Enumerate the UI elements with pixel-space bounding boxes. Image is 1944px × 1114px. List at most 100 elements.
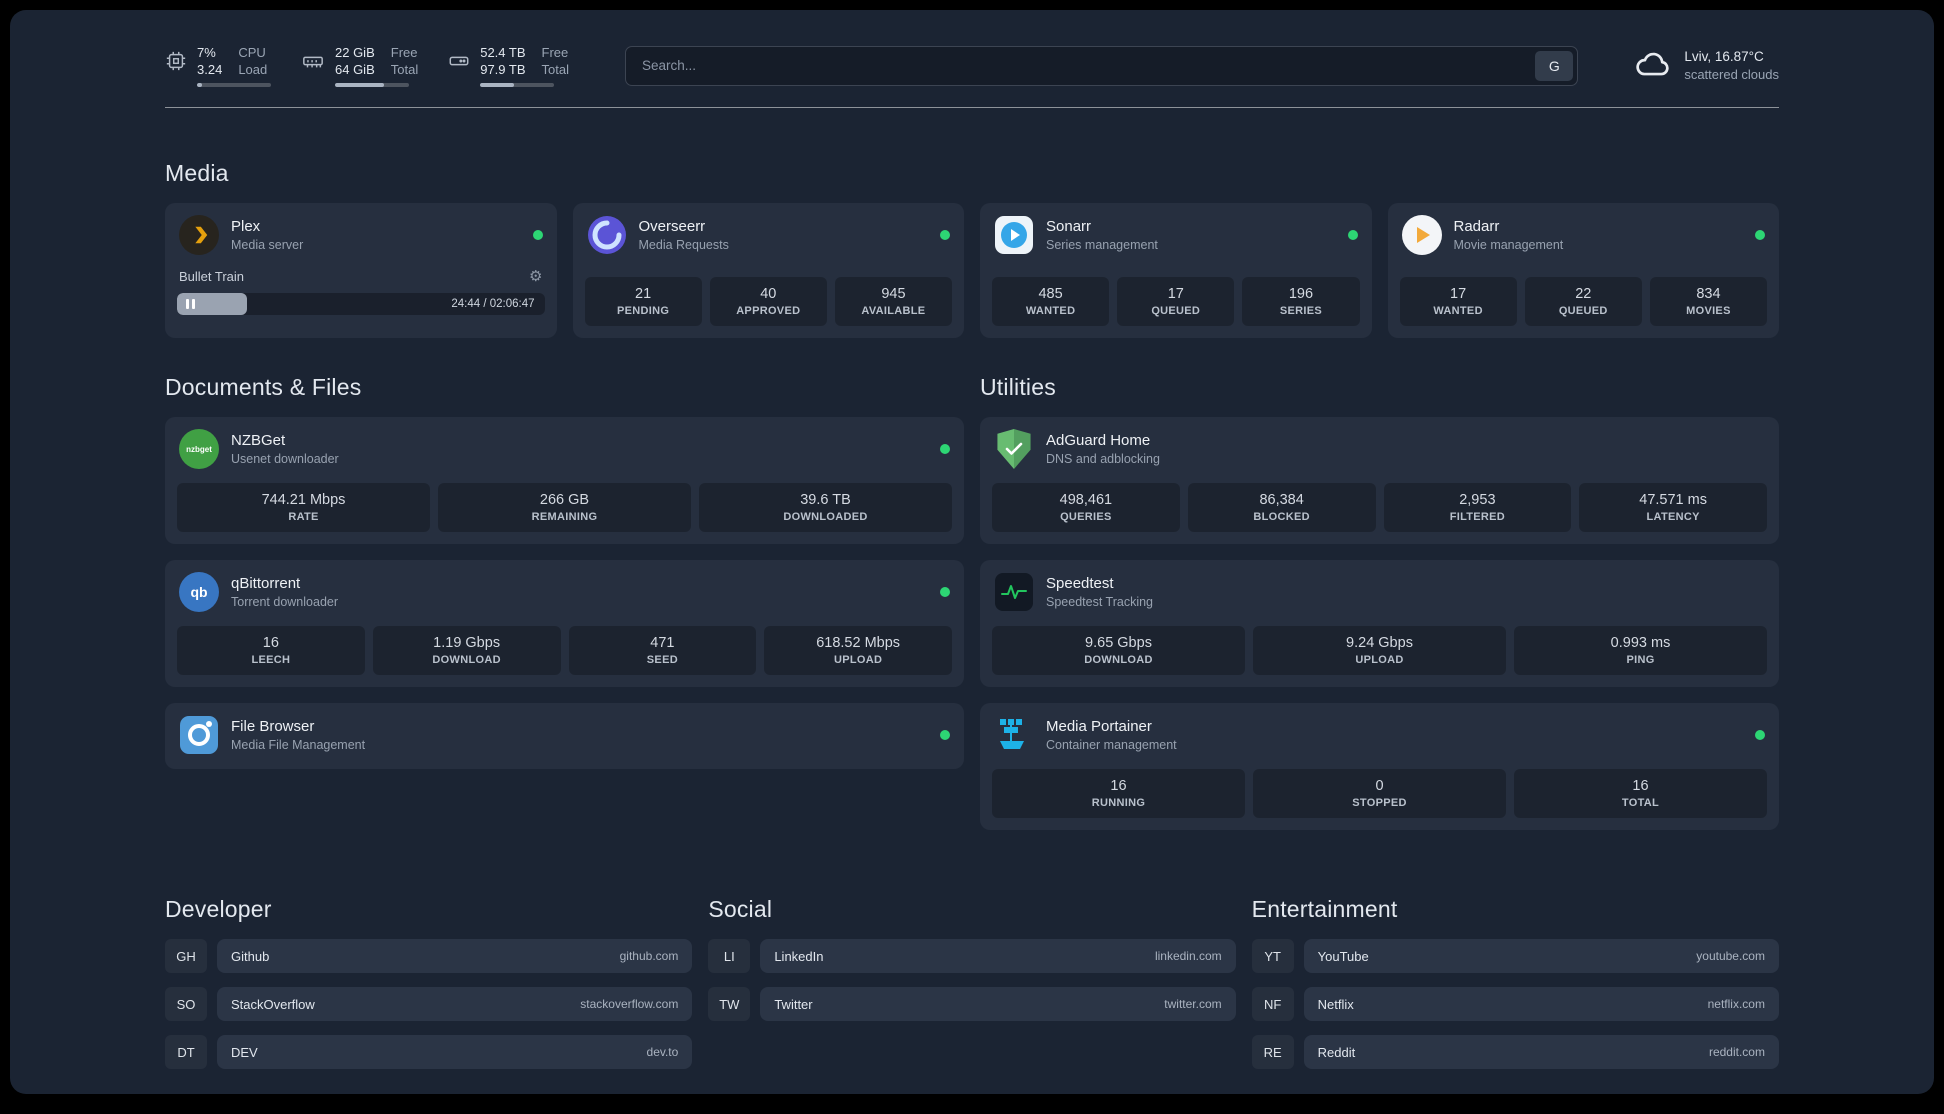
resource-memory: 22 GiB 64 GiB Free Total	[301, 44, 418, 87]
bookmark-linkedin[interactable]: LI LinkedIn linkedin.com	[708, 939, 1236, 973]
dashboard-panel: 7% 3.24 CPU Load 22 GiB 64 GiB Free Tota…	[10, 10, 1934, 1094]
bookmark-url: youtube.com	[1696, 949, 1765, 963]
overseerr-icon	[587, 215, 627, 255]
stat-upload: 618.52 Mbps UPLOAD	[764, 626, 952, 675]
stat-rate: 744.21 Mbps RATE	[177, 483, 430, 532]
bookmark-abbr: NF	[1251, 987, 1294, 1021]
player-time: 24:44 / 02:06:47	[451, 298, 535, 310]
adguard-icon	[994, 429, 1034, 469]
service-card-overseerr[interactable]: Overseerr Media Requests 21 PENDING 40 APP…	[572, 203, 964, 338]
status-dot	[1755, 230, 1765, 240]
bookmark-label: YouTube	[1317, 948, 1369, 964]
stat-ping: 0.993 ms PING	[1514, 626, 1767, 675]
stat-wanted: 485 WANTED	[992, 277, 1110, 326]
service-card-adguard[interactable]: AdGuard Home DNS and adblocking 498,461 Q…	[980, 417, 1779, 544]
service-name: File Browser	[231, 717, 315, 735]
bookmark-github[interactable]: GH Github github.com	[165, 939, 693, 973]
disk-free-label: Free	[541, 45, 569, 60]
memory-free-label: Free	[390, 45, 418, 60]
topbar-divider	[165, 107, 1779, 108]
bookmark-abbr: YT	[1251, 939, 1294, 973]
bookmarks-section: Developer GH Github github.com SO StackOv…	[165, 896, 1779, 1069]
service-name: Overseerr	[638, 217, 706, 235]
service-desc: Container management	[1046, 737, 1177, 752]
bookmark-url: linkedin.com	[1154, 949, 1222, 963]
weather-location: Lviv, 16.87°C	[1684, 49, 1764, 64]
service-card-portainer[interactable]: Media Portainer Container management 16 R…	[980, 703, 1779, 830]
status-dot	[1347, 230, 1358, 240]
pause-icon[interactable]	[186, 299, 195, 309]
stat-movies: 834 MOVIES	[1649, 277, 1768, 326]
search-container: G	[624, 45, 1579, 86]
service-card-speedtest[interactable]: Speedtest Speedtest Tracking 9.65 Gbps DO…	[980, 560, 1779, 687]
disk-icon	[448, 50, 470, 77]
status-dot	[940, 730, 950, 740]
bookmark-label: Twitter	[774, 996, 813, 1012]
service-desc: Series management	[1046, 237, 1158, 252]
status-dot	[532, 230, 543, 240]
radarr-icon	[1401, 215, 1442, 255]
service-card-radarr[interactable]: Radarr Movie management 17 WANTED 22 QUEUE…	[1387, 203, 1779, 338]
filebrowser-icon	[179, 715, 219, 755]
service-name: Radarr	[1453, 217, 1500, 235]
stat-stopped: 0 STOPPED	[1253, 769, 1506, 818]
service-desc: Media Requests	[638, 237, 729, 252]
service-name: Sonarr	[1046, 217, 1092, 235]
stat-blocked: 86,384 BLOCKED	[1187, 483, 1376, 532]
section-media: Media Plex Media server Bullet Train ⚙ 2…	[165, 160, 1779, 338]
search-provider-button[interactable]: G	[1535, 50, 1574, 81]
stat-filtered: 2,953 FILTERED	[1383, 483, 1572, 532]
top-bar: 7% 3.24 CPU Load 22 GiB 64 GiB Free Tota…	[165, 36, 1779, 91]
sonarr-icon	[994, 215, 1034, 255]
service-card-plex[interactable]: Plex Media server Bullet Train ⚙ 24:44 /…	[165, 203, 557, 338]
service-card-qbittorrent[interactable]: qb qBittorrent Torrent downloader 16 LEEC…	[165, 560, 964, 687]
stat-leech: 16 LEECH	[177, 626, 365, 675]
bookmark-netflix[interactable]: NF Netflix netflix.com	[1251, 987, 1779, 1021]
cpu-icon	[165, 50, 187, 77]
service-card-filebrowser[interactable]: File Browser Media File Management	[165, 703, 964, 769]
bookmark-group-title: Developer	[165, 896, 272, 922]
player-progress-bar[interactable]: 24:44 / 02:06:47	[177, 293, 545, 315]
section-title-media: Media	[165, 160, 229, 186]
gear-icon[interactable]: ⚙	[529, 267, 542, 285]
service-name: AdGuard Home	[1046, 431, 1151, 449]
memory-progress-track	[335, 83, 409, 87]
section-title-utilities: Utilities	[980, 374, 1056, 400]
bookmark-group-developer: Developer GH Github github.com SO StackOv…	[165, 896, 693, 1069]
service-name: Speedtest	[1046, 574, 1114, 592]
bookmark-dev[interactable]: DT DEV dev.to	[165, 1035, 693, 1069]
service-card-sonarr[interactable]: Sonarr Series management 485 WANTED 17 QUE…	[980, 203, 1372, 338]
stat-available: 945 AVAILABLE	[834, 277, 953, 326]
bookmark-url: dev.to	[646, 1045, 679, 1059]
bookmark-stackoverflow[interactable]: SO StackOverflow stackoverflow.com	[165, 987, 693, 1021]
search-input[interactable]	[624, 45, 1579, 86]
stat-queries: 498,461 QUERIES	[992, 483, 1180, 532]
service-name: qBittorrent	[231, 574, 301, 592]
bookmark-label: Netflix	[1317, 996, 1354, 1012]
cloud-icon	[1634, 47, 1672, 84]
memory-total-label: Total	[390, 62, 419, 77]
now-playing-title: Bullet Train	[179, 268, 245, 284]
disk-progress-fill	[480, 83, 515, 87]
stat-download: 1.19 Gbps DOWNLOAD	[372, 626, 561, 675]
service-name: Plex	[231, 217, 261, 235]
memory-total-value: 64 GiB	[335, 62, 375, 77]
stat-downloaded: 39.6 TB DOWNLOADED	[699, 483, 952, 532]
disk-total-value: 97.9 TB	[480, 62, 526, 77]
service-desc: Torrent downloader	[231, 594, 339, 609]
bookmark-label: LinkedIn	[774, 948, 824, 964]
nzbget-icon: nzbget	[179, 429, 219, 469]
cpu-load-label: Load	[238, 62, 268, 77]
bookmark-twitter[interactable]: TW Twitter twitter.com	[708, 987, 1236, 1021]
resource-disk: 52.4 TB 97.9 TB Free Total	[448, 44, 569, 87]
memory-icon	[301, 50, 325, 77]
bookmark-reddit[interactable]: RE Reddit reddit.com	[1251, 1035, 1779, 1069]
bookmark-label: Github	[231, 948, 270, 964]
bookmark-label: StackOverflow	[231, 996, 315, 1012]
service-name: NZBGet	[231, 431, 286, 449]
stat-remaining: 266 GB REMAINING	[438, 483, 691, 532]
section-title-documents: Documents & Files	[165, 374, 362, 400]
bookmark-youtube[interactable]: YT YouTube youtube.com	[1251, 939, 1779, 973]
service-card-nzbget[interactable]: nzbget NZBGet Usenet downloader 744.21 M…	[165, 417, 964, 544]
weather-widget[interactable]: Lviv, 16.87°C scattered clouds	[1634, 47, 1779, 84]
